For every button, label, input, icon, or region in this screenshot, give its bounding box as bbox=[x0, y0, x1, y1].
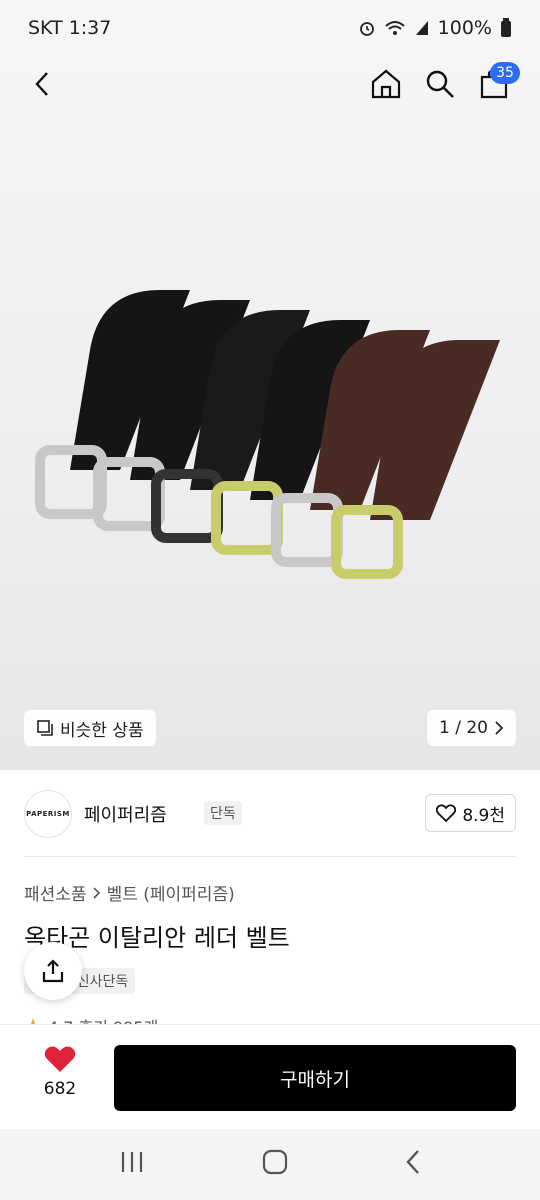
status-time: SKT 1:37 bbox=[28, 17, 112, 39]
cart-count-badge: 35 bbox=[490, 62, 520, 84]
product-image-area[interactable]: 비슷한 상품 1 / 20 bbox=[0, 0, 540, 770]
wifi-icon bbox=[385, 21, 405, 35]
breadcrumb: 패션소품 벨트 (페이퍼리즘) bbox=[24, 880, 235, 905]
battery-icon bbox=[501, 18, 511, 37]
breadcrumb-category[interactable]: 패션소품 bbox=[24, 880, 87, 905]
share-icon bbox=[42, 959, 64, 983]
back-button[interactable] bbox=[18, 56, 66, 112]
brand-like-button[interactable]: 8.9천 bbox=[425, 794, 516, 832]
similar-products-button[interactable]: 비슷한 상품 bbox=[24, 710, 156, 746]
status-icons: 100% bbox=[358, 17, 512, 39]
system-back-button[interactable] bbox=[404, 1148, 422, 1180]
search-icon bbox=[426, 70, 454, 98]
image-pager-text: 1 / 20 bbox=[439, 718, 488, 738]
chevron-right-icon bbox=[92, 886, 100, 899]
similar-products-label: 비슷한 상품 bbox=[60, 720, 144, 741]
status-bar: SKT 1:37 100% bbox=[0, 0, 540, 56]
brand-like-count: 8.9천 bbox=[462, 805, 505, 826]
alarm-icon bbox=[359, 22, 374, 36]
image-pager[interactable]: 1 / 20 bbox=[427, 710, 516, 746]
signal-icon bbox=[415, 21, 428, 35]
breadcrumb-subcategory[interactable]: 벨트 (페이퍼리즘) bbox=[107, 880, 235, 905]
product-like-button[interactable]: 682 bbox=[28, 1045, 92, 1099]
product-image-belts bbox=[35, 290, 500, 579]
heart-filled-icon bbox=[44, 1046, 76, 1072]
battery-text: 100% bbox=[437, 17, 492, 39]
product-like-count: 682 bbox=[43, 1079, 77, 1099]
heart-outline-icon bbox=[436, 804, 457, 822]
divider bbox=[24, 856, 516, 857]
brand-name[interactable]: 페이퍼리즘 bbox=[84, 801, 167, 827]
home-circle-icon bbox=[262, 1149, 288, 1175]
recent-apps-button[interactable] bbox=[118, 1150, 146, 1178]
brand-logo[interactable]: PAPERISM bbox=[24, 790, 72, 838]
chevron-right-icon bbox=[495, 721, 504, 735]
brand-exclusive-tag: 단독 bbox=[204, 801, 242, 825]
home-system-button[interactable] bbox=[261, 1148, 289, 1180]
bottom-action-bar: 682 구매하기 bbox=[0, 1024, 540, 1129]
buy-button[interactable]: 구매하기 bbox=[114, 1045, 516, 1111]
recent-apps-icon bbox=[121, 1152, 142, 1172]
system-back-icon bbox=[406, 1150, 420, 1174]
home-icon bbox=[371, 69, 401, 99]
brand-logo-text: PAPERISM bbox=[26, 810, 70, 818]
home-button[interactable] bbox=[362, 56, 410, 112]
cart-button[interactable]: 35 bbox=[470, 56, 520, 112]
brand-row: PAPERISM 페이퍼리즘 단독 8.9천 bbox=[24, 790, 516, 838]
back-arrow-icon bbox=[35, 72, 48, 96]
top-navigation: 35 bbox=[0, 56, 540, 112]
similar-icon bbox=[37, 720, 53, 736]
search-button[interactable] bbox=[416, 56, 464, 112]
system-navigation-bar bbox=[0, 1128, 540, 1200]
share-button[interactable] bbox=[24, 942, 82, 1000]
